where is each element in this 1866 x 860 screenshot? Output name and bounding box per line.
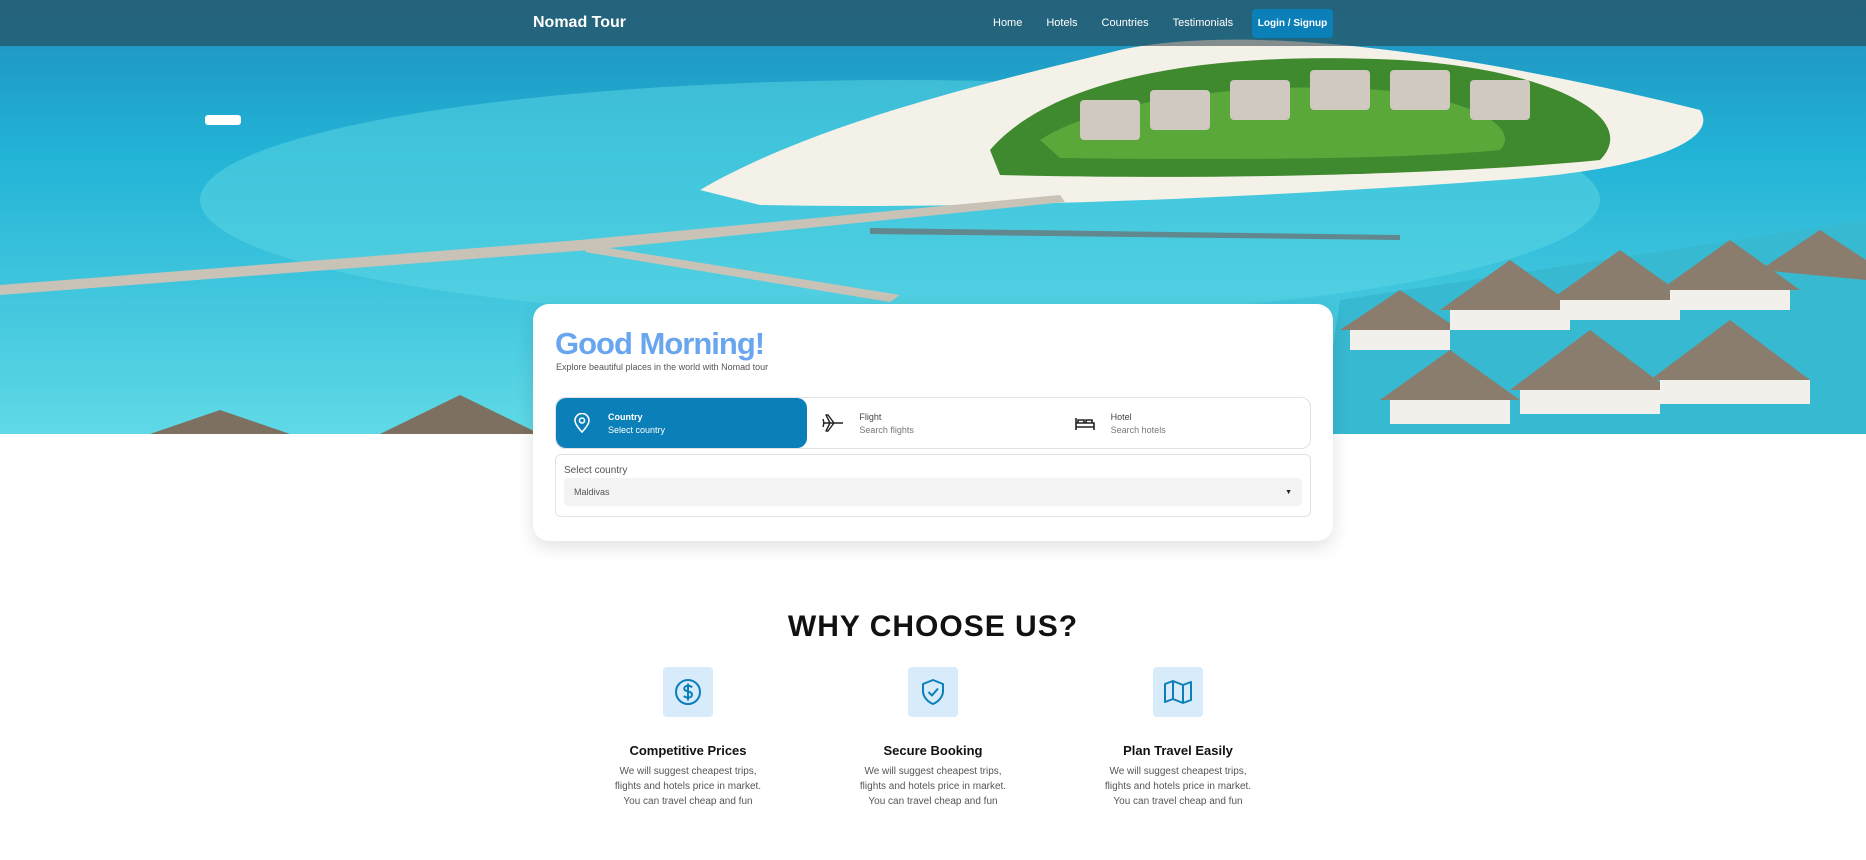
feature-description: We will suggest cheapest trips, flights …: [823, 764, 1043, 809]
feature-title: Competitive Prices: [629, 743, 747, 758]
feature-title: Plan Travel Easily: [1123, 743, 1233, 758]
feature-plan-travel: Plan Travel Easily We will suggest cheap…: [1068, 667, 1288, 809]
tab-country-title: Country: [608, 411, 643, 422]
tab-hotel[interactable]: Hotel Search hotels: [1059, 398, 1310, 448]
country-select-value: Maldivas: [574, 487, 610, 497]
greeting-title: Good Morning!: [555, 326, 765, 361]
tab-hotel-subtitle: Search hotels: [1110, 424, 1166, 435]
why-section-title: WHY CHOOSE US?: [787, 610, 1079, 643]
feature-line: We will suggest cheapest trips,: [619, 766, 757, 777]
tab-flight-subtitle: Search flights: [859, 424, 914, 435]
country-select-label: Select country: [564, 465, 628, 476]
feature-title: Secure Booking: [883, 743, 983, 758]
feature-line: flights and hotels price in market.: [1104, 781, 1252, 792]
tab-flight[interactable]: Flight Search flights: [807, 398, 1058, 448]
map-pin-icon: [570, 411, 594, 435]
brand-logo[interactable]: Nomad Tour: [533, 14, 626, 32]
tab-country-subtitle: Select country: [608, 424, 666, 435]
feature-line: We will suggest cheapest trips,: [864, 766, 1002, 777]
nav-links: Home Hotels Countries Testimonials: [993, 17, 1257, 29]
feature-line: flights and hotels price in market.: [859, 781, 1007, 792]
feature-line: flights and hotels price in market.: [614, 781, 762, 792]
nav-link-countries[interactable]: Countries: [1102, 17, 1149, 29]
bed-icon: [1073, 411, 1097, 435]
search-card: Good Morning! Explore beautiful places i…: [533, 304, 1333, 541]
tab-hotel-title: Hotel: [1110, 411, 1132, 422]
country-select-box: Select country Maldivas ▼: [555, 454, 1311, 517]
feature-description: We will suggest cheapest trips, flights …: [1068, 764, 1288, 809]
nav-link-hotels[interactable]: Hotels: [1046, 17, 1077, 29]
login-signup-button[interactable]: Login / Signup: [1252, 9, 1333, 38]
nav-link-home[interactable]: Home: [993, 17, 1022, 29]
feature-line: We will suggest cheapest trips,: [1109, 766, 1247, 777]
feature-line: You can travel cheap and fun: [868, 796, 998, 807]
tab-flight-title: Flight: [859, 411, 882, 422]
tab-country[interactable]: Country Select country: [556, 398, 808, 448]
country-select[interactable]: Maldivas ▼: [564, 478, 1302, 506]
dollar-icon: [663, 667, 713, 717]
caret-down-icon: ▼: [1285, 488, 1292, 496]
shield-check-icon: [908, 667, 958, 717]
feature-description: We will suggest cheapest trips, flights …: [578, 764, 798, 809]
nav-link-testimonials[interactable]: Testimonials: [1173, 17, 1234, 29]
feature-secure-booking: Secure Booking We will suggest cheapest …: [823, 667, 1043, 809]
search-tabs: Country Select country Flight Search fli…: [555, 397, 1311, 449]
plane-icon: [821, 411, 845, 435]
feature-line: You can travel cheap and fun: [1113, 796, 1243, 807]
map-icon: [1153, 667, 1203, 717]
feature-competitive-prices: Competitive Prices We will suggest cheap…: [578, 667, 798, 809]
navbar: Nomad Tour Home Hotels Countries Testimo…: [0, 0, 1866, 46]
greeting-subtitle: Explore beautiful places in the world wi…: [556, 362, 769, 372]
feature-line: You can travel cheap and fun: [623, 796, 753, 807]
